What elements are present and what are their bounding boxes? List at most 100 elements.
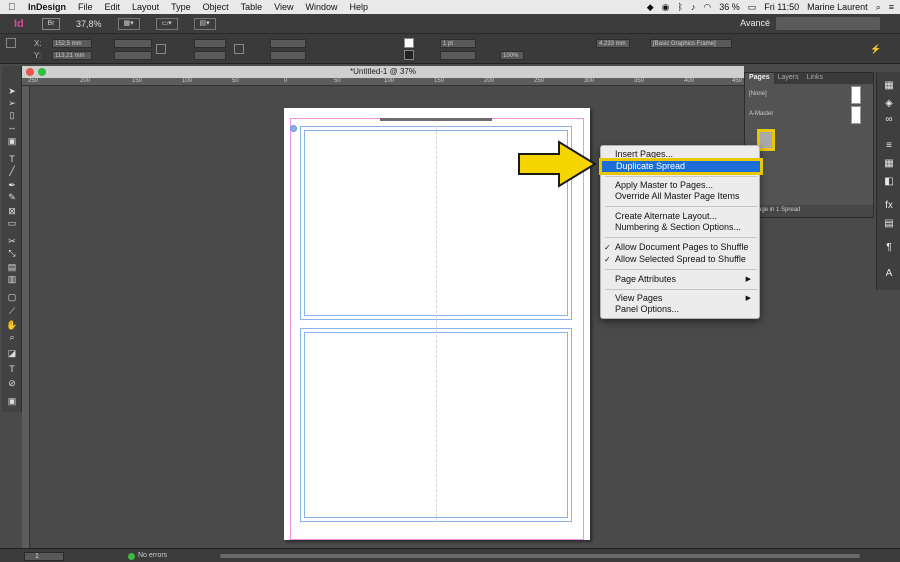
eye-icon[interactable]: ◉ <box>662 2 670 13</box>
character-styles-panel-icon[interactable]: A <box>883 268 895 279</box>
shear-field[interactable] <box>270 51 306 60</box>
pages-panel-icon[interactable]: ▦ <box>883 80 895 91</box>
none-master-thumb[interactable] <box>851 86 861 104</box>
volume-icon[interactable]: ♪ <box>691 2 696 12</box>
battery-icon[interactable]: ▭ <box>748 2 757 13</box>
type-tool-icon[interactable]: T <box>6 154 18 164</box>
bluetooth-icon[interactable]: ᛒ <box>677 2 682 12</box>
stroke-weight-field[interactable]: 1 pt <box>440 39 476 48</box>
menu-file[interactable]: File <box>78 2 93 12</box>
object-style-field[interactable]: [Basic Graphics Frame] <box>650 39 732 48</box>
constrain-proportions-icon[interactable] <box>156 44 166 54</box>
wifi-icon[interactable]: ◠ <box>703 2 711 13</box>
reference-point-icon[interactable] <box>6 38 16 48</box>
menu-item-page-attributes[interactable]: Page Attributes ▶ <box>601 274 759 285</box>
selection-tool-icon[interactable]: ➤ <box>6 86 18 96</box>
fill-stroke-icon[interactable]: ◪ <box>6 348 18 358</box>
menu-item-panel-options[interactable]: Panel Options... <box>601 304 759 315</box>
stroke-type-field[interactable] <box>440 51 476 60</box>
clock[interactable]: Fri 11:50 <box>764 2 799 12</box>
page-tool-icon[interactable]: ▯ <box>6 110 18 120</box>
height-field[interactable] <box>114 51 152 60</box>
menu-item-allow-spread-shuffle[interactable]: ✓ Allow Selected Spread to Shuffle <box>601 254 759 265</box>
menu-item-create-alternate-layout[interactable]: Create Alternate Layout... <box>601 211 759 222</box>
a-master-label[interactable]: A-Master <box>749 111 773 117</box>
x-field[interactable]: 152,5 mm <box>52 39 92 48</box>
color-panel-icon[interactable]: ◧ <box>883 176 895 187</box>
stroke-swatch-icon[interactable] <box>404 50 414 60</box>
text-wrap-panel-icon[interactable]: ▤ <box>883 218 895 229</box>
content-collector-icon[interactable]: ▣ <box>6 136 18 146</box>
pen-tool-icon[interactable]: ✒ <box>6 180 18 190</box>
vertical-ruler[interactable] <box>22 86 30 548</box>
menu-item-numbering-section[interactable]: Numbering & Section Options... <box>601 222 759 233</box>
menu-edit[interactable]: Edit <box>105 2 121 12</box>
apple-icon[interactable]:  <box>8 2 18 13</box>
links-panel-icon[interactable]: ∞ <box>883 114 895 125</box>
scale-x-field[interactable] <box>194 39 226 48</box>
menu-type[interactable]: Type <box>171 2 191 12</box>
direct-selection-tool-icon[interactable]: ➢ <box>6 98 18 108</box>
pencil-tool-icon[interactable]: ✎ <box>6 192 18 202</box>
rectangle-tool-icon[interactable]: ▭ <box>6 218 18 228</box>
menu-object[interactable]: Object <box>203 2 229 12</box>
fill-swatch-icon[interactable] <box>404 38 414 48</box>
hand-tool-icon[interactable]: ✋ <box>6 320 18 330</box>
horizontal-ruler[interactable]: 250 200 150 100 50 0 50 100 150 200 250 … <box>22 78 744 86</box>
rectangle-frame-tool-icon[interactable]: ⊠ <box>6 206 18 216</box>
screen-mode-button[interactable]: ▭▾ <box>155 17 178 30</box>
screen-mode-icon[interactable]: ▣ <box>6 396 18 406</box>
bridge-button[interactable]: Br <box>42 17 60 30</box>
dropbox-icon[interactable]: ◆ <box>647 2 654 13</box>
gradient-feather-tool-icon[interactable]: ▥ <box>6 274 18 284</box>
menu-item-insert-pages[interactable]: Insert Pages... <box>601 149 759 160</box>
quick-apply-icon[interactable]: ⚡ <box>870 44 881 54</box>
eyedropper-tool-icon[interactable]: ⟋ <box>6 306 18 316</box>
gap-tool-icon[interactable]: ↔ <box>6 122 18 132</box>
free-transform-tool-icon[interactable]: ⤡ <box>6 248 18 258</box>
formatting-affects-icon[interactable]: T <box>6 364 18 374</box>
workspace-switcher[interactable]: Avancé <box>740 18 770 28</box>
apply-none-icon[interactable]: ⊘ <box>6 378 18 388</box>
tab-pages[interactable]: Pages <box>745 73 774 84</box>
line-tool-icon[interactable]: ╱ <box>6 166 18 176</box>
search-input[interactable] <box>776 17 880 30</box>
view-options-button[interactable]: ▦▾ <box>117 17 140 30</box>
menu-item-allow-document-shuffle[interactable]: ✓ Allow Document Pages to Shuffle <box>601 242 759 253</box>
zoom-level[interactable]: 37,8% <box>76 19 102 29</box>
preflight-errors-text[interactable]: No errors <box>138 552 167 559</box>
rotate-field[interactable] <box>270 39 306 48</box>
notification-center-icon[interactable]: ≡ <box>889 2 894 12</box>
constrain-scale-icon[interactable] <box>234 44 244 54</box>
y-field[interactable]: 113,21 mm <box>52 51 92 60</box>
none-master-label[interactable]: [None] <box>749 91 767 97</box>
menu-help[interactable]: Help <box>350 2 369 12</box>
effects-panel-icon[interactable]: fx <box>883 200 895 211</box>
stroke-panel-icon[interactable]: ≡ <box>883 140 895 151</box>
menu-layout[interactable]: Layout <box>132 2 159 12</box>
arrange-documents-button[interactable]: ▤▾ <box>193 17 216 30</box>
page-number-field[interactable]: 1 <box>24 552 64 561</box>
horizontal-scrollbar[interactable] <box>220 554 860 558</box>
preflight-status-icon[interactable] <box>128 553 135 560</box>
menu-item-duplicate-spread[interactable]: Duplicate Spread <box>599 158 763 175</box>
user-name[interactable]: Marine Laurent <box>807 2 868 12</box>
menu-view[interactable]: View <box>274 2 293 12</box>
frame-handle-icon[interactable] <box>290 125 297 132</box>
menu-item-apply-master[interactable]: Apply Master to Pages... <box>601 180 759 191</box>
zoom-tool-icon[interactable]: ⌕ <box>6 332 18 342</box>
width-field[interactable] <box>114 39 152 48</box>
tab-links[interactable]: Links <box>803 73 827 84</box>
ref-value-field[interactable]: 4,233 mm <box>596 39 630 48</box>
note-tool-icon[interactable]: ▢ <box>6 292 18 302</box>
menu-item-view-pages[interactable]: View Pages ▶ <box>601 293 759 304</box>
layers-panel-icon[interactable]: ◈ <box>883 98 895 109</box>
scale-y-field[interactable] <box>194 51 226 60</box>
menu-window[interactable]: Window <box>305 2 337 12</box>
tab-layers[interactable]: Layers <box>774 73 803 84</box>
swatches-panel-icon[interactable]: ▦ <box>883 158 895 169</box>
scissors-tool-icon[interactable]: ✂ <box>6 236 18 246</box>
menu-item-override-master-items[interactable]: Override All Master Page Items <box>601 191 759 202</box>
header-bar[interactable] <box>380 118 492 121</box>
paragraph-styles-panel-icon[interactable]: ¶ <box>883 242 895 253</box>
